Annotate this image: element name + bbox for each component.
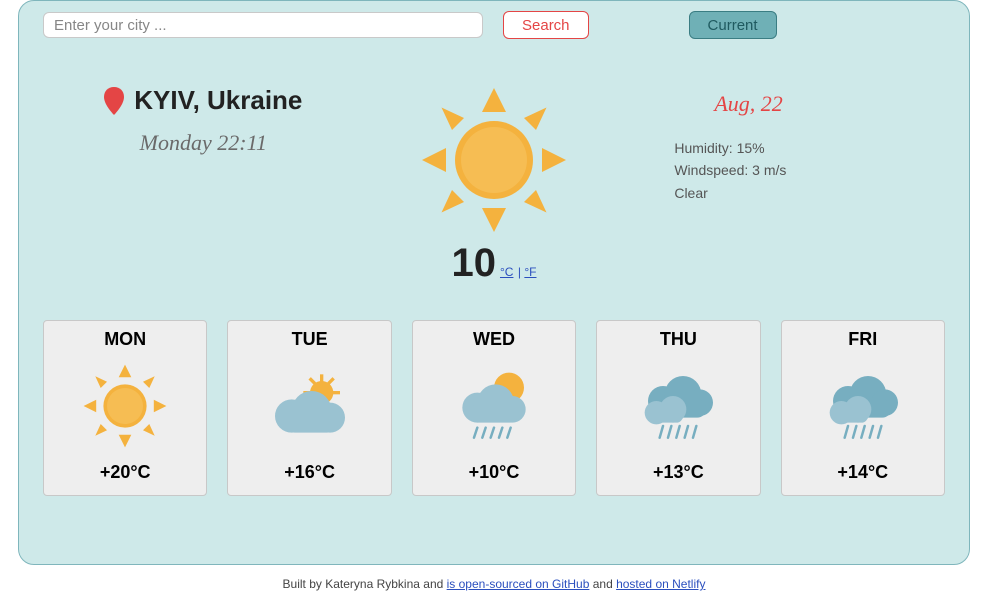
forecast-day-name: MON (44, 329, 206, 350)
search-button[interactable]: Search (503, 11, 589, 39)
rain-sun-icon (413, 356, 575, 456)
location-column: KYIV, Ukraine Monday 22:11 (43, 85, 344, 156)
github-link[interactable]: is open-sourced on GitHub (447, 577, 590, 591)
condition-value: Clear (674, 182, 945, 204)
forecast-day: THU + (596, 320, 760, 496)
windspeed-value: Windspeed: 3 m/s (674, 159, 945, 181)
forecast-day: MON +20°C (43, 320, 207, 496)
footer: Built by Kateryna Rybkina and is open-so… (0, 577, 988, 591)
forecast-temp: +16°C (228, 462, 390, 483)
forecast-temp: +20°C (44, 462, 206, 483)
forecast-temp: +14°C (782, 462, 944, 483)
search-bar: Search Current (43, 11, 945, 45)
forecast-day-name: TUE (228, 329, 390, 350)
humidity-value: Humidity: 15% (674, 137, 945, 159)
current-weather-icon (344, 85, 645, 235)
city-input[interactable] (43, 12, 483, 38)
current-date: Aug, 22 (714, 91, 945, 117)
temperature-value: 10 (451, 241, 496, 286)
rain-icon (782, 356, 944, 456)
forecast-day: TUE (227, 320, 391, 496)
partly-cloudy-icon (228, 356, 390, 456)
footer-text: Built by Kateryna Rybkina and (283, 577, 447, 591)
forecast-day-name: THU (597, 329, 759, 350)
location-pin-icon (104, 87, 124, 115)
forecast-day-name: FRI (782, 329, 944, 350)
forecast-row: MON +20°C TUE (43, 320, 945, 496)
local-datetime: Monday 22:11 (63, 130, 344, 156)
forecast-day: FRI + (781, 320, 945, 496)
netlify-link[interactable]: hosted on Netlify (616, 577, 705, 591)
details-column: Aug, 22 Humidity: 15% Windspeed: 3 m/s C… (644, 85, 945, 204)
city-name: KYIV, Ukraine (134, 85, 302, 116)
forecast-day: WED +10°C (412, 320, 576, 496)
footer-text: and (593, 577, 616, 591)
rain-icon (597, 356, 759, 456)
forecast-day-name: WED (413, 329, 575, 350)
unit-celsius-link[interactable]: °C (500, 265, 513, 279)
forecast-temp: +10°C (413, 462, 575, 483)
current-weather-row: KYIV, Ukraine Monday 22:11 (43, 85, 945, 286)
unit-fahrenheit-link[interactable]: °F (524, 265, 536, 279)
temperature-column: 10 °C | °F (344, 85, 645, 286)
sun-icon (44, 356, 206, 456)
forecast-temp: +13°C (597, 462, 759, 483)
current-location-button[interactable]: Current (689, 11, 777, 39)
weather-card: Search Current KYIV, Ukraine Monday 22:1… (18, 0, 970, 565)
